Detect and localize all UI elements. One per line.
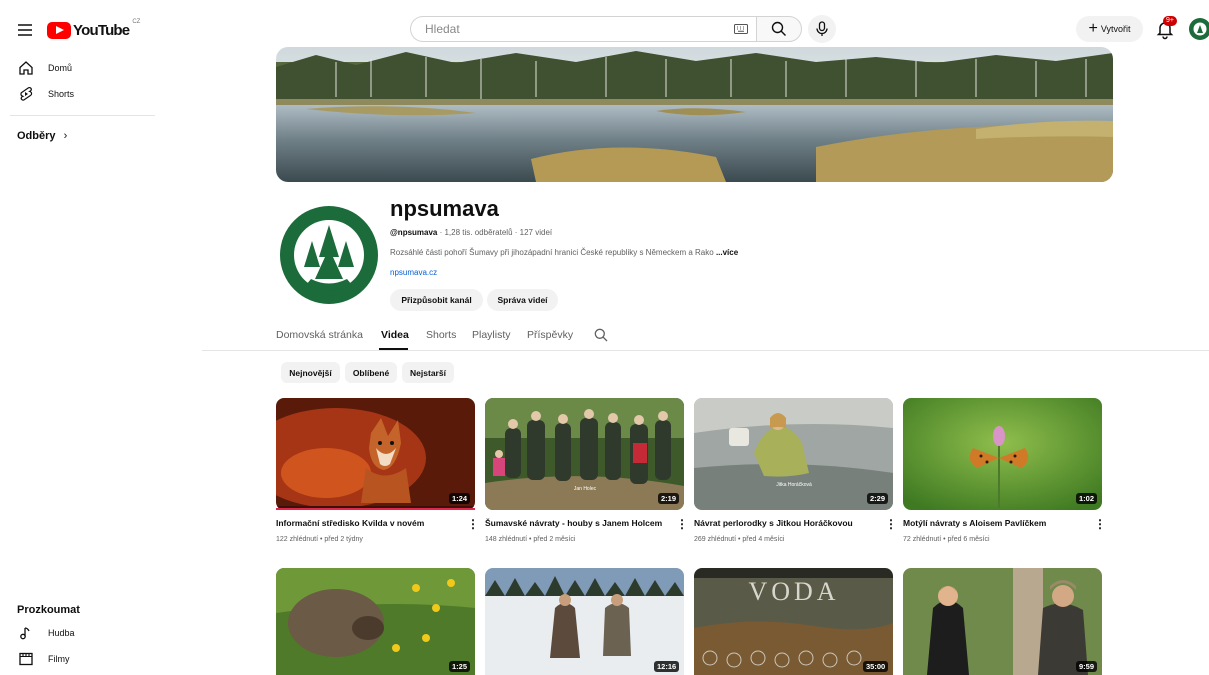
video-caption: Jitka Horáčková xyxy=(776,482,812,488)
tab-posts[interactable]: Příspěvky xyxy=(527,329,573,341)
video-thumbnail[interactable]: Jitka Horáčková xyxy=(694,398,893,510)
voice-search-button[interactable] xyxy=(808,15,836,43)
tab-shorts[interactable]: Shorts xyxy=(426,329,456,341)
tab-videos[interactable]: Videa xyxy=(381,329,409,341)
notifications-badge: 9+ xyxy=(1163,16,1177,26)
search-button[interactable] xyxy=(756,16,802,42)
more-link[interactable]: ...více xyxy=(716,248,738,257)
sidebar-item-label: Shorts xyxy=(48,89,75,99)
video-title[interactable]: Informační středisko Kvilda v novém xyxy=(276,518,456,528)
video-caption: VODA xyxy=(748,577,839,606)
sidebar-item-home[interactable]: Domů xyxy=(18,60,72,76)
chip-newest[interactable]: Nejnovější xyxy=(281,362,340,383)
sidebar-item-label: Domů xyxy=(48,63,73,73)
channel-website-link[interactable]: npsumava.cz xyxy=(390,268,437,277)
video-duration: 35:00 xyxy=(863,661,889,672)
chip-oldest[interactable]: Nejstarší xyxy=(402,362,454,383)
video-duration: 2:29 xyxy=(867,493,889,504)
video-title[interactable]: Motýlí návraty s Aloisem Pavlíčkem xyxy=(903,518,1083,528)
more-options-icon[interactable]: ⋮ xyxy=(1094,517,1106,531)
logo-country: CZ xyxy=(132,19,141,25)
film-icon xyxy=(18,651,34,667)
sidebar-divider xyxy=(10,115,155,116)
video-thumbnail[interactable] xyxy=(276,568,475,675)
search-placeholder: Hledat xyxy=(425,22,460,36)
video-duration: 1:24 xyxy=(449,493,471,504)
video-caption: Jan Holec xyxy=(574,486,597,492)
search-icon xyxy=(771,21,786,36)
keyboard-icon[interactable] xyxy=(734,24,748,34)
video-thumbnail[interactable]: VODA xyxy=(694,568,893,675)
create-label: Vytvořit xyxy=(1100,24,1131,34)
sidebar-subscriptions[interactable]: Odběry › xyxy=(17,130,67,142)
sidebar-item-label: Filmy xyxy=(48,654,70,664)
sidebar-item-label: Hudba xyxy=(48,628,75,638)
channel-description[interactable]: Rozsáhlé části pohoří Šumavy při jihozáp… xyxy=(390,248,738,257)
channel-handle: @npsumava xyxy=(390,228,438,237)
more-options-icon[interactable]: ⋮ xyxy=(885,517,897,531)
watch-progress-bar xyxy=(276,508,475,510)
video-meta: 72 zhlédnutí • před 6 měsíci xyxy=(903,536,990,543)
create-button[interactable]: + Vytvořit xyxy=(1076,16,1143,42)
video-title[interactable]: Návrat perlorodky s Jitkou Horáčkovou xyxy=(694,518,874,528)
channel-banner xyxy=(276,47,1113,182)
video-duration: 1:02 xyxy=(1076,493,1098,504)
youtube-play-icon xyxy=(47,21,71,39)
logo-text: YouTube xyxy=(73,21,130,39)
video-thumbnail[interactable] xyxy=(903,398,1102,510)
more-options-icon[interactable]: ⋮ xyxy=(467,517,479,531)
video-duration: 9:59 xyxy=(1076,661,1098,672)
chip-popular[interactable]: Oblíbené xyxy=(345,362,397,383)
video-title[interactable]: Šumavské návraty - houby s Janem Holcem xyxy=(485,518,665,528)
manage-videos-button[interactable]: Správa videí xyxy=(487,289,558,311)
video-thumbnail[interactable] xyxy=(903,568,1102,675)
channel-stats: · 1,28 tis. odběratelů · 127 videí xyxy=(437,228,553,237)
more-options-icon[interactable]: ⋮ xyxy=(676,517,688,531)
video-thumbnail[interactable]: Jan Holec xyxy=(485,398,684,510)
channel-meta: @npsumava · 1,28 tis. odběratelů · 127 v… xyxy=(390,228,552,237)
video-meta: 148 zhlédnutí • před 2 měsíci xyxy=(485,536,576,543)
video-meta: 122 zhlédnutí • před 2 týdny xyxy=(276,536,363,543)
channel-avatar xyxy=(279,205,379,305)
plus-icon: + xyxy=(1088,20,1098,37)
video-duration: 1:25 xyxy=(449,661,471,672)
menu-icon[interactable] xyxy=(14,19,36,41)
description-text: Rozsáhlé části pohoří Šumavy při jihozáp… xyxy=(390,248,714,257)
shorts-icon xyxy=(18,86,34,102)
microphone-icon xyxy=(816,21,828,36)
channel-name: npsumava xyxy=(390,196,499,221)
subscriptions-label: Odběry xyxy=(17,130,56,142)
sidebar-item-shorts[interactable]: Shorts xyxy=(18,86,74,102)
sidebar-item-films[interactable]: Filmy xyxy=(18,651,70,667)
explore-heading: Prozkoumat xyxy=(17,604,80,616)
video-thumbnail[interactable] xyxy=(485,568,684,675)
tabs-divider xyxy=(202,350,1209,351)
search-input[interactable]: Hledat xyxy=(410,16,756,42)
video-duration: 2:19 xyxy=(658,493,680,504)
customize-channel-button[interactable]: Přizpůsobit kanál xyxy=(390,289,483,311)
home-icon xyxy=(18,60,34,76)
sidebar-item-music[interactable]: Hudba xyxy=(18,625,75,641)
tab-home[interactable]: Domovská stránka xyxy=(276,329,363,341)
tab-playlists[interactable]: Playlisty xyxy=(472,329,511,341)
video-duration: 12:16 xyxy=(654,661,680,672)
account-avatar[interactable] xyxy=(1189,18,1209,40)
music-icon xyxy=(18,625,34,641)
video-thumbnail[interactable] xyxy=(276,398,475,510)
video-meta: 269 zhlédnutí • před 4 měsíci xyxy=(694,536,785,543)
chevron-right-icon: › xyxy=(63,130,68,142)
channel-search-icon[interactable] xyxy=(594,328,608,342)
youtube-logo[interactable]: YouTube CZ xyxy=(47,19,141,39)
